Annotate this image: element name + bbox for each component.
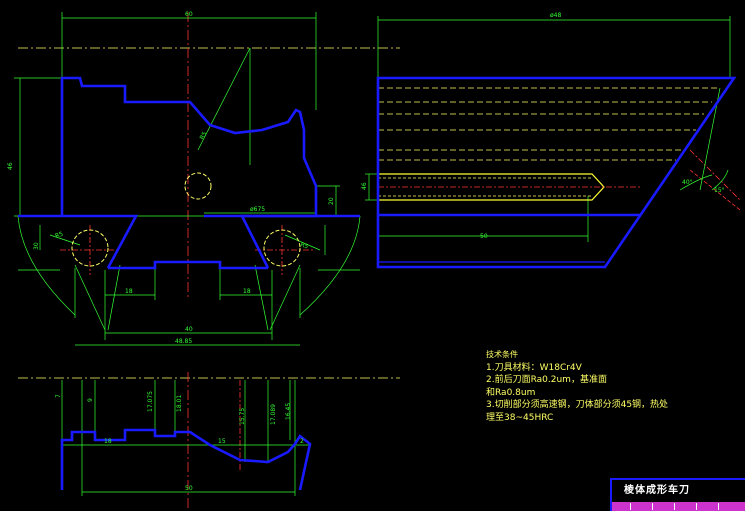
dim-total: 48.85: [175, 338, 192, 345]
dim-50: 50: [480, 233, 488, 240]
dim-p15: 15: [218, 438, 226, 445]
dim-p7: 7: [55, 394, 62, 398]
profile-view-outline: [60, 428, 312, 491]
dim-p175: 17.075: [147, 391, 154, 412]
dim-r5a: R5: [54, 231, 64, 240]
notes-line-4: 3.切削部分须高速钢，刀体部分须45钢，热处: [486, 400, 669, 410]
dim-top-60: 60: [185, 11, 193, 18]
dim-18a: 18: [125, 288, 133, 295]
dim-p181: 18.01: [176, 395, 183, 412]
dim-p18: 18: [104, 438, 112, 445]
technical-notes: 技术条件 1.刀具材料：W18Cr4V 2.前后刀面Ra0.2um，基准面 和R…: [486, 349, 686, 424]
dim-r5b: R5: [299, 241, 309, 250]
notes-title: 技术条件: [486, 350, 518, 359]
angle-40: 40°: [682, 179, 693, 186]
dim-p50: 50: [185, 485, 193, 492]
title-block-strip: [612, 502, 745, 511]
reference-circles: [71, 172, 301, 267]
dim-40: 40: [185, 326, 193, 333]
dim-20: 20: [328, 197, 335, 205]
notes-line-1: 1.刀具材料：W18Cr4V: [486, 362, 582, 373]
dim-p1708: 17.089: [270, 404, 277, 425]
dim-left-46: 46: [7, 162, 14, 170]
cad-drawing: 60 ø48 46 ø675 20 18 18 40 48.85 R5 R5 R…: [7, 11, 741, 511]
notes-line-2: 2.前后刀面Ra0.2um，基准面: [486, 375, 607, 385]
tool-outline: [18, 76, 737, 491]
notes-line-3: 和Ra0.8um: [486, 387, 536, 398]
dim-right-48: ø48: [550, 12, 561, 19]
dim-675: ø675: [250, 206, 265, 213]
hidden-lines: [378, 87, 720, 201]
right-view-outline: [376, 76, 737, 269]
title-block: 棱体成形车刀: [610, 478, 745, 511]
dim-46b: 46: [361, 182, 368, 190]
dim-p1643: 16.45: [285, 403, 292, 420]
angle-15: 15°: [714, 187, 725, 194]
dim-p2: 2: [300, 438, 304, 445]
notes-line-5: 理至38~45HRC: [486, 412, 554, 423]
dim-p9: 9: [87, 398, 94, 402]
drawing-title: 棱体成形车刀: [624, 485, 690, 496]
dim-30: 30: [33, 242, 40, 250]
dim-p1575: 15.75: [239, 408, 246, 425]
dim-18b: 18: [243, 288, 251, 295]
